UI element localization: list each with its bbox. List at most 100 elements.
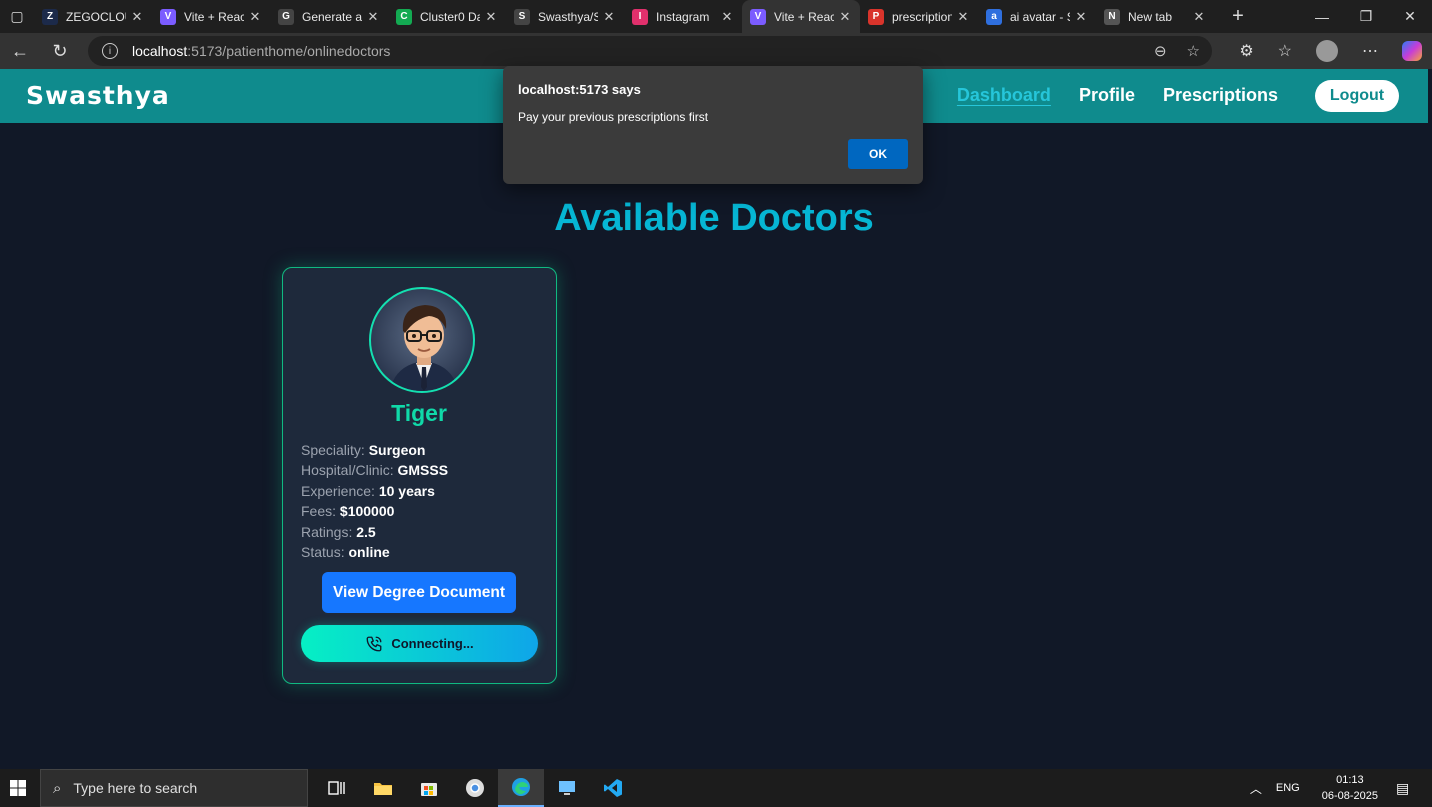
clock-date: 06-08-2025 — [1321, 790, 1378, 802]
vscode-icon[interactable] — [590, 769, 636, 807]
doctor-name: Tiger — [391, 400, 447, 426]
fees-value: $100000 — [339, 503, 395, 520]
page-title: Available Doctors — [554, 197, 874, 239]
tray-chevron-icon[interactable]: ︿ — [1250, 780, 1262, 797]
tab-title: New tab — [1128, 9, 1173, 24]
tab-favicon-icon: P — [868, 8, 884, 25]
tab-title: prescription — [892, 9, 952, 24]
window-controls: — ❐ ✕ — [1300, 0, 1432, 33]
hospital-label: Hospital/Clinic: — [301, 462, 394, 479]
extensions-icon[interactable]: ⚙ — [1239, 41, 1253, 61]
tab-actions-icon[interactable]: ▢ — [0, 0, 34, 33]
tab-favicon-icon: Z — [42, 8, 58, 25]
browser-tab[interactable]: C Cluster0 Dat ✕ — [388, 0, 506, 33]
file-explorer-icon[interactable] — [360, 769, 406, 807]
back-icon[interactable]: ← — [0, 41, 40, 62]
clock[interactable]: 01:13 06-08-2025 — [1322, 772, 1378, 804]
brand-logo[interactable]: Swasthya — [26, 81, 170, 110]
tab-title: Vite + React — [184, 9, 244, 24]
ratings-value: 2.5 — [356, 523, 376, 540]
experience-label: Experience: — [301, 482, 375, 499]
url-field[interactable]: i localhost:5173/patienthome/onlinedocto… — [88, 36, 1212, 66]
tab-favicon-icon: C — [396, 8, 412, 25]
nav-dashboard-link[interactable]: Dashboard — [957, 85, 1051, 106]
tab-close-icon[interactable]: ✕ — [602, 9, 616, 25]
maximize-icon[interactable]: ❐ — [1344, 0, 1388, 33]
logout-button[interactable]: Logout — [1315, 80, 1399, 112]
phone-call-icon — [366, 636, 382, 651]
browser-tab[interactable]: Pprescription ✕ — [860, 0, 978, 33]
browser-tab[interactable]: I Instagram ✕ — [624, 0, 742, 33]
browser-tab[interactable]: V Vite + React ✕ — [742, 0, 860, 33]
tab-title: Vite + React — [774, 9, 834, 24]
browser-tab[interactable]: Z ZEGOCLOUD ✕ — [34, 0, 152, 33]
ratings-label: Ratings: — [301, 523, 353, 540]
remote-desktop-icon[interactable] — [544, 769, 590, 807]
view-degree-button[interactable]: View Degree Document — [322, 572, 516, 613]
alert-dialog: localhost:5173 says Pay your previous pr… — [503, 66, 923, 184]
reload-icon[interactable]: ↻ — [40, 41, 80, 62]
reader-mode-icon[interactable]: ⊖ — [1154, 42, 1167, 60]
task-view-icon[interactable] — [314, 769, 360, 807]
url-path: :5173/patienthome/onlinedoctors — [187, 43, 391, 59]
tab-title: Instagram — [656, 9, 710, 24]
dialog-ok-button[interactable]: OK — [848, 139, 908, 169]
address-bar-row: ← ↻ i localhost:5173/patienthome/onlined… — [0, 33, 1432, 69]
browser-tab[interactable]: V Vite + React ✕ — [152, 0, 270, 33]
browser-tab[interactable]: G Generate a l ✕ — [270, 0, 388, 33]
tab-title: Swasthya/Sw — [538, 9, 598, 24]
taskbar-search[interactable]: ⌕ Type here to search — [40, 769, 308, 807]
minimize-icon[interactable]: — — [1300, 0, 1344, 33]
profile-avatar-icon[interactable] — [1316, 40, 1338, 62]
browser-tab[interactable]: N New tab ✕ — [1096, 0, 1214, 33]
store-icon[interactable] — [406, 769, 452, 807]
taskbar-apps — [314, 769, 636, 807]
url-actions: ⊖ ☆ — [1154, 42, 1200, 60]
tab-close-icon[interactable]: ✕ — [248, 9, 262, 25]
doctor-avatar — [369, 287, 475, 393]
tab-favicon-icon: G — [278, 8, 294, 25]
tab-favicon-icon: I — [632, 8, 648, 25]
tab-favicon-icon: N — [1104, 8, 1120, 25]
tab-title: Generate a l — [302, 9, 362, 24]
tab-title: ZEGOCLOUD — [66, 9, 126, 24]
browser-toolbar: ⚙ ☆ ⋯ — [1239, 33, 1422, 69]
dialog-message: Pay your previous prescriptions first — [518, 110, 709, 124]
speciality-label: Speciality: — [301, 442, 365, 458]
language-indicator[interactable]: ENG — [1276, 782, 1300, 794]
experience-row: Experience: 10 years — [301, 481, 448, 501]
tab-close-icon[interactable]: ✕ — [956, 9, 970, 25]
search-icon: ⌕ — [53, 779, 62, 797]
tab-close-icon[interactable]: ✕ — [838, 9, 852, 25]
tab-close-icon[interactable]: ✕ — [720, 9, 734, 25]
new-tab-button[interactable]: + — [1222, 5, 1254, 28]
fees-row: Fees: $100000 — [301, 501, 448, 521]
windows-logo-icon — [10, 780, 26, 796]
favorite-star-icon[interactable]: ☆ — [1187, 42, 1200, 60]
clock-time: 01:13 — [1336, 774, 1364, 786]
tab-close-icon[interactable]: ✕ — [484, 9, 498, 25]
speciality-row: Speciality: Surgeon — [301, 440, 448, 460]
tab-close-icon[interactable]: ✕ — [366, 9, 380, 25]
search-placeholder: Type here to search — [73, 780, 198, 796]
dialog-title: localhost:5173 says — [518, 82, 641, 97]
doctor-avatar-illustration — [389, 305, 459, 391]
nav-prescriptions-link[interactable]: Prescriptions — [1163, 85, 1278, 106]
browser-tab[interactable]: S Swasthya/Sw ✕ — [506, 0, 624, 33]
close-window-icon[interactable]: ✕ — [1388, 0, 1432, 33]
site-info-icon[interactable]: i — [102, 43, 118, 59]
nav-profile-link[interactable]: Profile — [1079, 85, 1135, 106]
connect-call-button[interactable]: Connecting... — [301, 625, 538, 662]
favorites-icon[interactable]: ☆ — [1278, 41, 1292, 61]
start-button[interactable] — [0, 769, 36, 807]
more-menu-icon[interactable]: ⋯ — [1362, 41, 1378, 61]
edge-icon[interactable] — [498, 769, 544, 807]
copilot-icon[interactable] — [1402, 41, 1422, 61]
browser-tab[interactable]: a ai avatar - S ✕ — [978, 0, 1096, 33]
tab-close-icon[interactable]: ✕ — [130, 9, 144, 25]
notifications-icon[interactable]: ▤ — [1396, 780, 1426, 797]
tab-close-icon[interactable]: ✕ — [1192, 9, 1206, 25]
chrome-icon[interactable] — [452, 769, 498, 807]
tab-favicon-icon: V — [750, 8, 766, 25]
tab-close-icon[interactable]: ✕ — [1074, 9, 1088, 25]
